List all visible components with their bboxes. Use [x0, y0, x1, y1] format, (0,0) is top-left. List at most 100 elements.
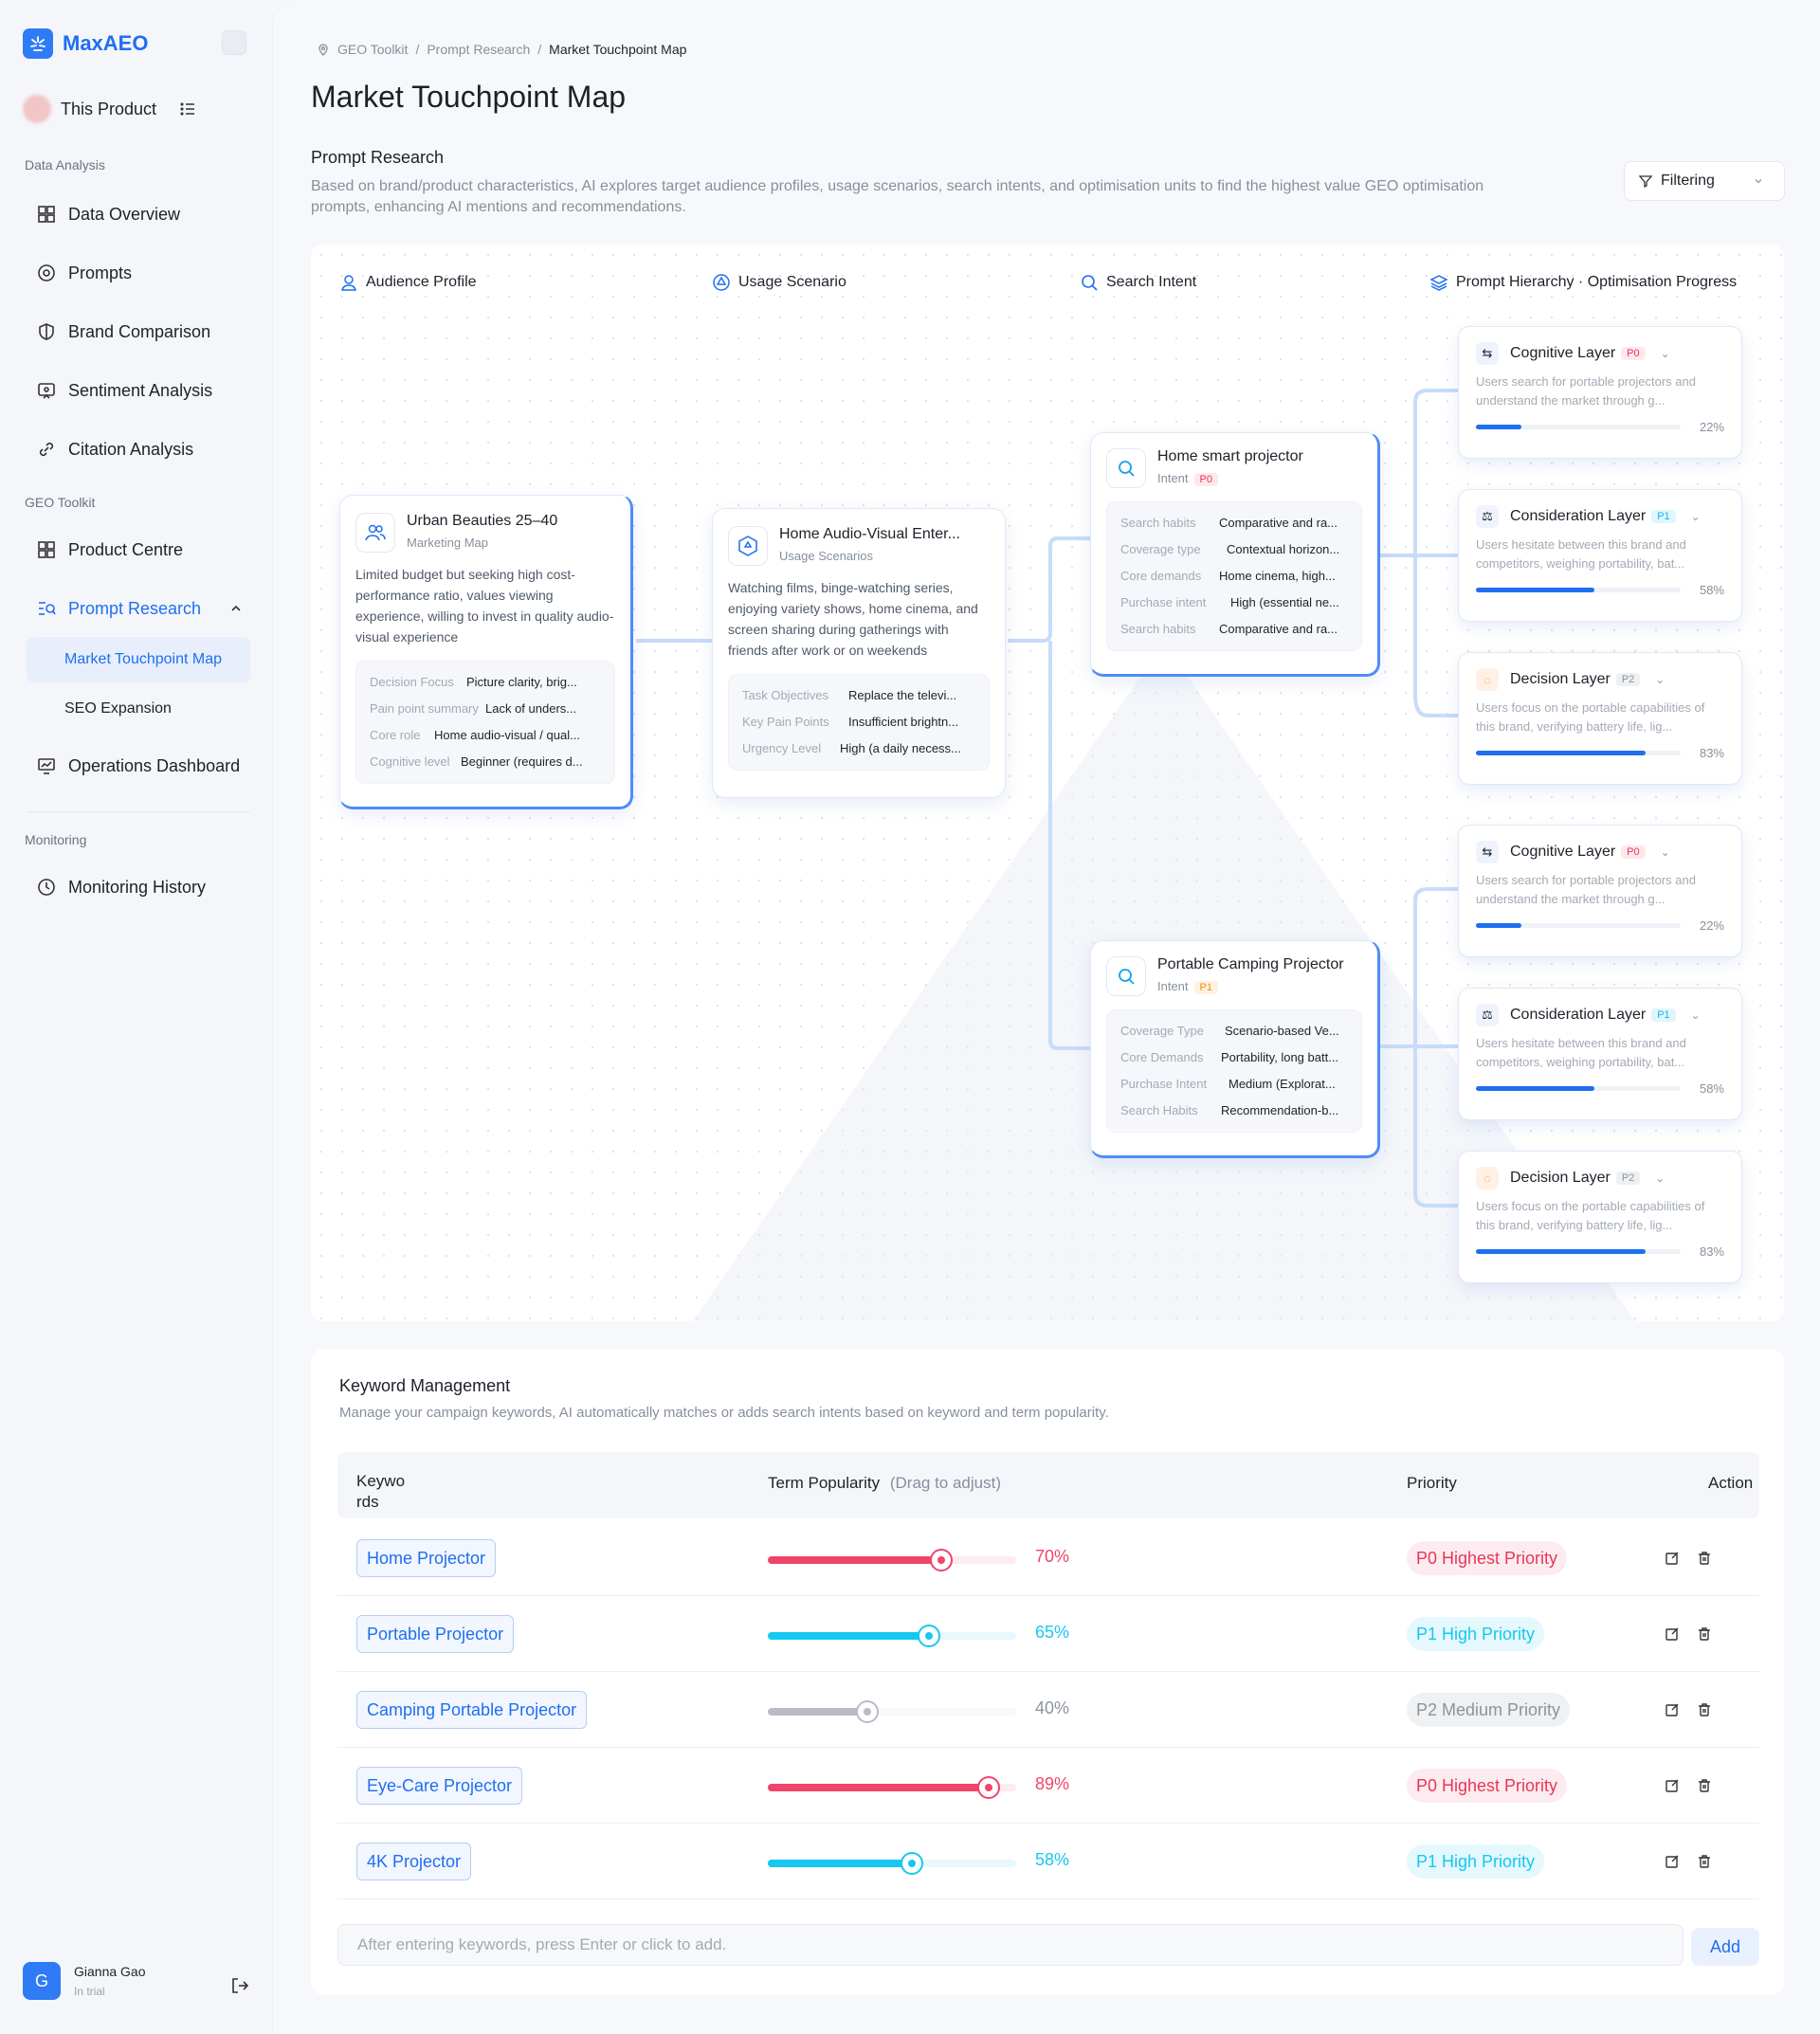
breadcrumb-item[interactable]: GEO Toolkit	[337, 42, 408, 57]
priority-badge[interactable]: P0 Highest Priority	[1407, 1541, 1568, 1575]
popularity-slider[interactable]	[768, 1625, 1016, 1647]
sidebar-item-prompts[interactable]: Prompts	[27, 248, 250, 298]
popularity-slider[interactable]	[768, 1776, 1016, 1799]
chevron-down-icon[interactable]: ⌄	[1655, 673, 1665, 686]
divider	[27, 811, 250, 812]
progress-bar	[1476, 923, 1681, 928]
progress-value: 22%	[1699, 918, 1724, 933]
edit-icon[interactable]	[1663, 1625, 1682, 1644]
popularity-value: 70%	[1035, 1547, 1070, 1566]
slider-handle[interactable]	[977, 1776, 1001, 1799]
chevron-down-icon[interactable]: ⌄	[1661, 347, 1670, 360]
progress-value: 83%	[1699, 1244, 1724, 1259]
progress-value: 58%	[1699, 1081, 1724, 1096]
section-heading: Prompt Research	[311, 148, 445, 167]
sidebar-subitem-market-touchpoint-map[interactable]: Market Touchpoint Map	[27, 637, 250, 682]
audience-profile-card[interactable]: Urban Beauties 25–40 Marketing Map Limite…	[339, 495, 633, 809]
chevron-down-icon[interactable]: ⌄	[1691, 1008, 1701, 1022]
chevron-down-icon[interactable]: ⌄	[1655, 1171, 1665, 1185]
sidebar-item-prompt-research[interactable]: Prompt Research	[27, 584, 250, 633]
scale-icon: ⚖	[1476, 1004, 1499, 1026]
sidebar-item-operations-dashboard[interactable]: Operations Dashboard	[27, 741, 250, 790]
progress-bar	[1476, 751, 1681, 755]
sidebar-subitem-seo-expansion[interactable]: SEO Expansion	[27, 686, 250, 732]
delete-icon[interactable]	[1695, 1776, 1714, 1795]
keyword-tag[interactable]: Portable Projector	[356, 1615, 515, 1653]
search-intent-card[interactable]: Home smart projector Intent P0 Search habi…	[1090, 432, 1380, 677]
keyword-tag[interactable]: 4K Projector	[356, 1843, 472, 1880]
delete-icon[interactable]	[1695, 1625, 1714, 1644]
filter-label: Filtering	[1661, 173, 1715, 189]
layer-card[interactable]: ◌ Decision Layer P2 ⌄ Users focus on the po…	[1458, 652, 1742, 785]
edit-icon[interactable]	[1663, 1700, 1682, 1719]
panel-title: Keyword Management	[339, 1376, 511, 1395]
attr-value: Contextual horizon...	[1227, 542, 1340, 556]
product-name: This Product	[61, 99, 157, 118]
keyword-tag[interactable]: Eye-Care Projector	[356, 1767, 523, 1805]
header-label: Term Popularity	[768, 1474, 881, 1492]
popularity-slider[interactable]	[768, 1852, 1016, 1875]
edit-icon[interactable]	[1663, 1852, 1682, 1871]
logo[interactable]: MaxAEO	[23, 28, 148, 59]
layer-card[interactable]: ⇆ Cognitive Layer P0 ⌄ Users search for por…	[1458, 326, 1742, 459]
layer-description: Users search for portable projectors and…	[1476, 374, 1696, 408]
popularity-slider[interactable]	[768, 1700, 1016, 1723]
sidebar-item-label: Monitoring History	[68, 877, 207, 897]
slider-handle[interactable]	[930, 1549, 954, 1571]
add-button[interactable]: Add	[1691, 1928, 1759, 1966]
edit-icon[interactable]	[1663, 1776, 1682, 1795]
edit-icon[interactable]	[1663, 1549, 1682, 1568]
sidebar-item-data-overview[interactable]: Data Overview	[27, 190, 250, 239]
usage-scenario-card[interactable]: Home Audio-Visual Enter... Usage Scenario…	[712, 508, 1006, 798]
logout-icon[interactable]	[229, 1975, 250, 1996]
progress-value: 58%	[1699, 583, 1724, 597]
attr-value: Insufficient brightn...	[848, 715, 959, 729]
sidebar-item-brand-comparison[interactable]: Brand Comparison	[27, 307, 250, 356]
slider-handle[interactable]	[918, 1625, 941, 1647]
chevron-down-icon[interactable]: ⌄	[1661, 845, 1670, 859]
layer-card[interactable]: ⚖ Consideration Layer P1 ⌄ Users hesitate b…	[1458, 988, 1742, 1120]
delete-icon[interactable]	[1695, 1549, 1714, 1568]
priority-badge[interactable]: P0 Highest Priority	[1407, 1769, 1568, 1803]
delete-icon[interactable]	[1695, 1700, 1714, 1719]
slider-handle[interactable]	[900, 1852, 923, 1875]
section-description: Based on brand/product characteristics, …	[311, 178, 1484, 215]
user-profile[interactable]: G Gianna Gao In trial	[23, 1962, 146, 2000]
product-switcher[interactable]: This Product	[23, 95, 196, 123]
delete-icon[interactable]	[1695, 1852, 1714, 1871]
slider-handle[interactable]	[855, 1700, 879, 1723]
search-intent-card[interactable]: Portable Camping Projector Intent P1 Cover…	[1090, 940, 1380, 1158]
card-attributes: Task Objectives Replace the televi... Key…	[728, 674, 990, 771]
app-name: MaxAEO	[63, 31, 149, 55]
layer-card[interactable]: ⇆ Cognitive Layer P0 ⌄ Users search for por…	[1458, 825, 1742, 957]
sidebar-item-citation-analysis[interactable]: Citation Analysis	[27, 425, 250, 474]
collapse-sidebar-button[interactable]	[222, 30, 246, 55]
card-description: Limited budget but seeking high cost-per…	[355, 567, 614, 645]
header-hint: (Drag to adjust)	[889, 1474, 1002, 1492]
layer-card[interactable]: ◌ Decision Layer P2 ⌄ Users focus on the po…	[1458, 1151, 1742, 1283]
attr-value: Replace the televi...	[848, 688, 957, 702]
attr-key: Search habits	[1120, 622, 1196, 636]
location-icon	[318, 44, 328, 56]
chevron-down-icon[interactable]: ⌄	[1691, 510, 1701, 523]
progress-fill	[1476, 923, 1521, 928]
attr-key: Cognitive level	[370, 754, 450, 769]
sidebar-item-sentiment-analysis[interactable]: Sentiment Analysis	[27, 366, 250, 415]
filter-icon	[1638, 175, 1653, 189]
progress-bar	[1476, 425, 1681, 429]
card-title: Home smart projector	[1157, 448, 1303, 464]
sidebar-item-product-centre[interactable]: Product Centre	[27, 525, 250, 574]
priority-badge[interactable]: P1 High Priority	[1407, 1844, 1545, 1879]
sidebar-item-monitoring-history[interactable]: Monitoring History	[27, 863, 250, 912]
priority-badge[interactable]: P2 Medium Priority	[1407, 1693, 1571, 1727]
keyword-input[interactable]: After entering keywords, press Enter or …	[337, 1924, 1684, 1966]
prompts-icon	[38, 264, 55, 281]
popularity-slider[interactable]	[768, 1549, 1016, 1571]
priority-badge[interactable]: P1 High Priority	[1407, 1617, 1545, 1651]
breadcrumb-item[interactable]: Prompt Research	[427, 42, 530, 57]
filter-dropdown[interactable]: Filtering	[1624, 161, 1785, 201]
keyword-tag[interactable]: Home Projector	[356, 1539, 497, 1577]
layer-card[interactable]: ⚖ Consideration Layer P1 ⌄ Users hesitate b…	[1458, 489, 1742, 622]
keyword-tag[interactable]: Camping Portable Projector	[356, 1691, 588, 1729]
touchpoint-map: Audience Profile Usage Scenario Search I…	[311, 245, 1784, 1321]
